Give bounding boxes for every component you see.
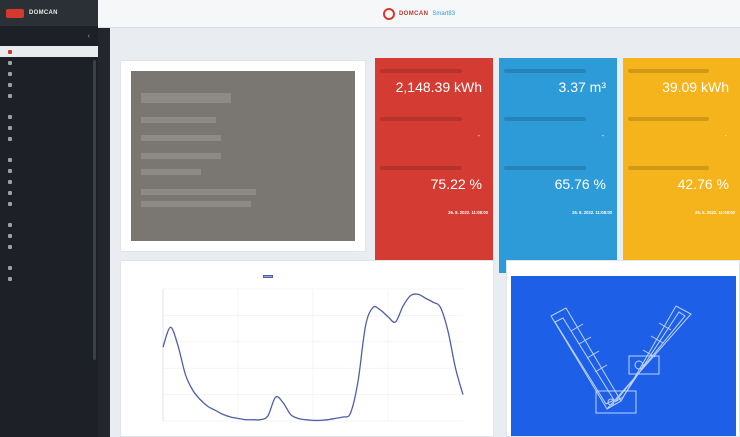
metric-empty-value: -	[601, 133, 604, 140]
sidebar-item[interactable]	[0, 111, 98, 122]
menu-item-icon	[8, 49, 12, 54]
sidebar-item[interactable]	[0, 57, 98, 68]
menu-item-icon	[8, 179, 12, 184]
sidebar-item[interactable]	[0, 176, 98, 187]
menu-item-icon	[8, 71, 12, 76]
menu-item-icon	[8, 276, 12, 281]
brand-suffix: Smart83	[432, 10, 456, 17]
metric-percent: 65.76 %	[554, 176, 606, 192]
menu-item-icon	[8, 201, 12, 206]
sidebar-item[interactable]	[0, 262, 98, 273]
menu-item-icon	[8, 190, 12, 195]
metric-label	[504, 166, 587, 170]
menu-item-icon	[8, 265, 12, 270]
sidebar-item[interactable]	[0, 46, 98, 57]
metric-empty-value: -	[724, 133, 727, 140]
metric-date: 26. 8. 2022. 11:08:00	[695, 210, 735, 215]
menu-item-icon	[8, 60, 12, 65]
sidebar-item[interactable]	[0, 90, 98, 101]
sidebar-item[interactable]	[0, 165, 98, 176]
metric-value: 39.09 kWh	[662, 79, 729, 95]
sidebar-header: DOMCAN	[0, 0, 98, 26]
metric-date: 26. 8. 2022. 11:08:00	[572, 210, 612, 215]
metric-card[interactable]: 2,148.39 kWh - 75.22 % 26. 8. 2022. 11:08:0…	[375, 58, 493, 273]
sidebar-item[interactable]	[0, 79, 98, 90]
sidebar: DOMCAN ‹	[0, 0, 98, 437]
floor-plan-card	[506, 260, 740, 437]
menu-item-icon	[8, 244, 12, 249]
menu-item-icon	[8, 168, 12, 173]
metric-percent: 42.76 %	[677, 176, 729, 192]
menu-item-icon	[8, 233, 12, 238]
menu-item-icon	[8, 93, 12, 98]
metric-label	[628, 117, 710, 121]
hamburger-icon[interactable]: ‹	[88, 33, 90, 40]
main-content: 2,148.39 kWh - 75.22 % 26. 8. 2022. 11:08:0…	[110, 28, 740, 437]
sidebar-item[interactable]	[0, 68, 98, 79]
brand-logo-icon	[382, 7, 395, 20]
menu-item-icon	[8, 157, 12, 162]
menu-item-icon	[8, 222, 12, 227]
sidebar-item[interactable]	[0, 198, 98, 209]
menu-item-icon	[8, 125, 12, 130]
top-bar: DOMCAN Smart83	[98, 0, 740, 28]
metric-label	[380, 69, 463, 73]
brand-name: DOMCAN	[398, 10, 429, 17]
sidebar-item[interactable]	[0, 230, 98, 241]
metric-label	[380, 166, 463, 170]
metric-percent: 75.22 %	[430, 176, 482, 192]
sidebar-item[interactable]	[0, 219, 98, 230]
menu-item-icon	[8, 136, 12, 141]
metric-empty-value: -	[477, 133, 480, 140]
sidebar-item[interactable]	[0, 154, 98, 165]
menu-item-icon	[8, 114, 12, 119]
metric-value: 2,148.39 kWh	[395, 79, 482, 95]
consumption-chart-card	[120, 260, 494, 437]
sidebar-item[interactable]	[0, 241, 98, 252]
metric-date: 26. 8. 2022. 11:08:00	[448, 210, 488, 215]
sidebar-logo-text[interactable]: DOMCAN	[29, 10, 58, 17]
floor-plan-image[interactable]	[511, 276, 736, 436]
sidebar-item[interactable]	[0, 122, 98, 133]
menu-item-icon	[8, 82, 12, 87]
sidebar-scrollbar[interactable]	[93, 60, 96, 360]
metric-label	[504, 69, 587, 73]
logo-icon[interactable]	[6, 8, 24, 18]
building-photo	[131, 71, 355, 241]
metric-label	[504, 117, 587, 121]
metric-label	[628, 166, 710, 170]
metric-label	[380, 117, 463, 121]
line-chart[interactable]	[121, 261, 493, 436]
metric-card[interactable]: 39.09 kWh - 42.76 % 26. 8. 2022. 11:08:00	[623, 58, 740, 273]
floor-plan-drawing	[550, 305, 692, 414]
metric-label	[628, 69, 710, 73]
vertical-tab[interactable]	[98, 28, 110, 437]
metric-card[interactable]: 3.37 m³ - 65.76 % 26. 8. 2022. 11:08:00	[499, 58, 617, 273]
metric-value: 3.37 m³	[558, 79, 606, 95]
sidebar-item[interactable]	[0, 273, 98, 284]
building-info-card	[120, 60, 366, 252]
sidebar-sections	[0, 46, 98, 284]
sidebar-item[interactable]	[0, 187, 98, 198]
sidebar-item[interactable]	[0, 133, 98, 144]
